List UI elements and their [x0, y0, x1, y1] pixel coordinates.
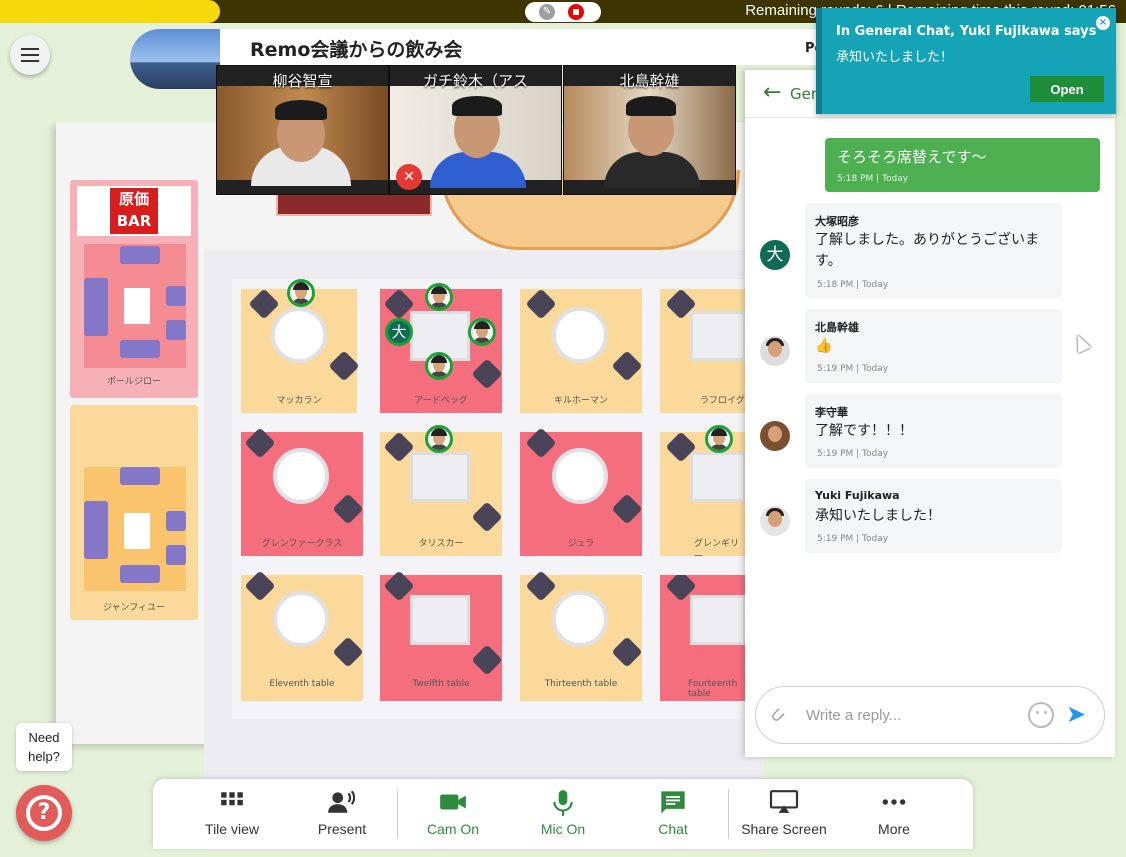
table-room[interactable]: Thirteenth table — [520, 570, 643, 701]
chat-notification-toast: In General Chat, Yuki Fujikawa says 承知いた… — [816, 8, 1116, 114]
grid-icon — [177, 789, 287, 815]
table-label: ジュラ — [567, 539, 595, 549]
room-lounge[interactable]: ジャンフィユー — [70, 405, 198, 620]
video-tile[interactable]: ガチ鈴木（アス ✕ — [389, 65, 562, 195]
chat-panel: ← Gen そろそろ席替えです〜 5:18 PM | Today 大 大塚昭彦 … — [745, 70, 1115, 757]
table-room[interactable]: Eleventh table — [241, 570, 364, 701]
present-button[interactable]: Present — [287, 779, 397, 849]
top-bar-highlight — [0, 0, 220, 23]
bar-sign: 原価 BAR — [77, 186, 191, 236]
cam-on-button[interactable]: Cam On — [398, 779, 508, 849]
room-label: ジャンフィユー — [102, 603, 166, 613]
room-label: ポールジロー — [106, 377, 161, 387]
attach-icon[interactable]: ⊂ — [765, 703, 791, 729]
participant-avatar[interactable] — [468, 318, 496, 346]
table-label: キルホーマン — [553, 396, 608, 406]
table-label: Twelfth table — [412, 679, 470, 689]
avatar — [760, 421, 790, 451]
bottom-toolbar: Tile view Present Cam On Mic On Chat Sha… — [153, 779, 973, 849]
chat-icon — [618, 789, 728, 815]
microphone-icon — [508, 789, 618, 816]
more-button[interactable]: More — [839, 779, 949, 849]
toast-body: 承知いたしました！ — [836, 50, 954, 65]
video-tile[interactable]: 柳谷智宣 — [216, 65, 389, 195]
table-label: Fourteenth table — [688, 679, 738, 699]
table-label: アードベッグ — [414, 396, 468, 406]
table-label: タリスカー — [418, 539, 464, 549]
table-room[interactable]: グレンギリー — [660, 432, 746, 556]
toast-title: In General Chat, Yuki Fujikawa says — [836, 24, 1097, 39]
menu-icon — [21, 48, 39, 50]
table-label: Eleventh table — [269, 679, 335, 689]
table-label: グレンファークラス — [261, 539, 343, 549]
table-label: グレンギリー — [694, 539, 740, 556]
event-title: Remo会議からの飲み会 — [250, 39, 463, 61]
video-participant-name: 北島幹雄 — [619, 72, 680, 90]
avatar: 大 — [760, 240, 790, 270]
send-icon[interactable]: ➤ — [1066, 700, 1086, 728]
video-participant-name: ガチ鈴木（アス — [422, 72, 528, 90]
emoji-icon[interactable] — [1028, 702, 1054, 728]
table-label: Thirteenth table — [544, 679, 618, 689]
participant-avatar[interactable]: 大 — [385, 318, 413, 346]
event-banner-image — [130, 29, 230, 89]
participant-avatar[interactable] — [425, 425, 453, 453]
participant-avatar[interactable] — [425, 352, 453, 380]
table-room[interactable]: マッカラン — [241, 288, 360, 413]
reply-input[interactable] — [806, 703, 1021, 727]
participant-avatar[interactable] — [287, 279, 315, 307]
table-label: ラフロイグ — [700, 396, 745, 406]
video-participant-name: 柳谷智宣 — [272, 72, 333, 90]
open-button[interactable]: Open — [1030, 76, 1104, 102]
pencil-icon[interactable]: ✎ — [539, 4, 555, 20]
table-room[interactable]: ラフロイグ — [660, 289, 746, 413]
participant-avatar[interactable] — [425, 283, 453, 311]
close-icon[interactable]: × — [1096, 16, 1110, 30]
reply-box: ⊂ ➤ — [755, 686, 1105, 744]
share-screen-icon — [729, 789, 839, 815]
mic-muted-icon: ✕ — [396, 164, 422, 190]
more-dots-icon — [839, 789, 949, 815]
table-label: マッカラン — [276, 396, 322, 406]
mic-on-button[interactable]: Mic On — [508, 779, 618, 849]
chat-message: 大塚昭彦 了解しました。ありがとうございます。 5:18 PM | Today — [805, 203, 1062, 298]
stop-record-icon[interactable] — [568, 4, 584, 20]
table-room[interactable]: Fourteenth table — [660, 575, 746, 701]
table-room[interactable]: Twelfth table — [380, 570, 503, 701]
question-icon: ? — [26, 795, 62, 831]
present-icon — [287, 789, 397, 815]
share-screen-button[interactable]: Share Screen — [729, 779, 839, 849]
video-tile[interactable]: 北島幹雄 — [563, 65, 736, 195]
table-room[interactable]: ジュラ — [520, 427, 643, 556]
tile-view-button[interactable]: Tile view — [177, 779, 287, 849]
chat-message: Yuki Fujikawa 承知いたしました！ 5:19 PM | Today — [805, 479, 1062, 553]
hamburger-menu-button[interactable] — [10, 35, 50, 75]
recording-controls: ✎ — [525, 2, 601, 22]
camera-icon — [398, 789, 508, 815]
outgoing-message: そろそろ席替えです〜 5:18 PM | Today — [825, 138, 1100, 192]
help-tooltip: Need help? — [16, 723, 72, 771]
chat-button[interactable]: Chat — [618, 779, 728, 849]
chat-message: 李守華 了解です！！！ 5:19 PM | Today — [805, 394, 1062, 468]
back-arrow-icon[interactable]: ← — [763, 80, 781, 105]
table-room[interactable]: グレンファークラス — [241, 427, 364, 556]
event-header: Remo会議からの飲み会 Po — [220, 29, 823, 65]
participant-avatar[interactable] — [705, 425, 733, 453]
avatar — [760, 336, 790, 366]
help-button[interactable]: ? — [16, 785, 72, 841]
avatar — [760, 506, 790, 536]
table-room[interactable]: キルホーマン — [520, 288, 643, 413]
chat-message: 北島幹雄 👍 5:19 PM | Today — [805, 309, 1062, 383]
